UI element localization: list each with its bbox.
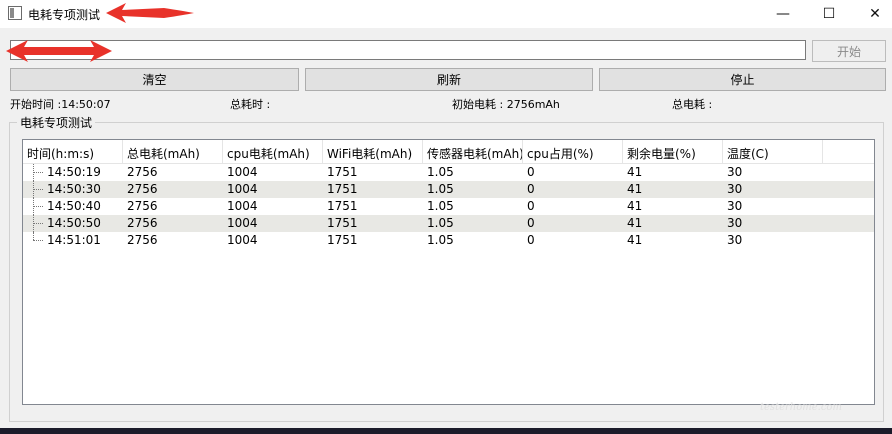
column-header-cpu-power[interactable]: cpu电耗(mAh) xyxy=(223,140,323,164)
table-row[interactable]: 14:50:50 2756 1004 1751 1.05 0 41 30 xyxy=(23,215,874,232)
table-header: 时间(h:m:s) 总电耗(mAh) cpu电耗(mAh) WiFi电耗(mAh… xyxy=(23,140,874,164)
cell-cpu-power: 1004 xyxy=(227,216,258,230)
cell-total-power: 2756 xyxy=(127,199,158,213)
total-power-label: 总电耗 : xyxy=(672,98,713,111)
cell-temperature: 30 xyxy=(727,199,743,213)
app-window-icon xyxy=(8,6,22,20)
cell-temperature: 30 xyxy=(727,233,743,247)
cell-cpu-usage: 0 xyxy=(527,165,535,179)
cell-battery-remaining: 41 xyxy=(627,233,643,247)
cell-battery-remaining: 41 xyxy=(627,216,643,230)
cell-cpu-power: 1004 xyxy=(227,182,258,196)
minimize-icon: — xyxy=(776,6,790,22)
cell-wifi-power: 1751 xyxy=(327,233,358,247)
clear-button[interactable]: 清空 xyxy=(10,68,299,91)
close-button[interactable]: ✕ xyxy=(852,0,892,28)
group-title: 电耗专项测试 xyxy=(17,114,96,131)
stop-button[interactable]: 停止 xyxy=(599,68,886,91)
cell-cpu-usage: 0 xyxy=(527,216,535,230)
data-table[interactable]: 时间(h:m:s) 总电耗(mAh) cpu电耗(mAh) WiFi电耗(mAh… xyxy=(22,139,875,405)
cell-sensor-power: 1.05 xyxy=(427,182,454,196)
table-row[interactable]: 14:51:01 2756 1004 1751 1.05 0 41 30 xyxy=(23,232,874,249)
column-header-battery-remaining[interactable]: 剩余电量(%) xyxy=(623,140,723,164)
cell-battery-remaining: 41 xyxy=(627,199,643,213)
cell-cpu-usage: 0 xyxy=(527,233,535,247)
column-header-temperature[interactable]: 温度(C) xyxy=(723,140,823,164)
cell-total-power: 2756 xyxy=(127,182,158,196)
title-bar: 电耗专项测试 — ☐ ✕ xyxy=(0,0,892,28)
column-header-total-power[interactable]: 总电耗(mAh) xyxy=(123,140,223,164)
taskbar-strip xyxy=(0,428,892,434)
watermark: testerhome.com xyxy=(760,402,842,413)
cell-sensor-power: 1.05 xyxy=(427,199,454,213)
cell-cpu-power: 1004 xyxy=(227,165,258,179)
column-header-cpu-usage[interactable]: cpu占用(%) xyxy=(523,140,623,164)
cell-sensor-power: 1.05 xyxy=(427,216,454,230)
cell-cpu-power: 1004 xyxy=(227,199,258,213)
minimize-button[interactable]: — xyxy=(760,0,806,28)
annotation-arrow-icon xyxy=(106,3,194,23)
cell-total-power: 2756 xyxy=(127,216,158,230)
window-title: 电耗专项测试 xyxy=(28,8,101,22)
cell-sensor-power: 1.05 xyxy=(427,165,454,179)
path-input[interactable] xyxy=(10,40,806,60)
cell-total-power: 2756 xyxy=(127,233,158,247)
cell-time: 14:50:30 xyxy=(47,182,101,196)
cell-cpu-power: 1004 xyxy=(227,233,258,247)
start-button[interactable]: 开始 xyxy=(812,40,886,62)
refresh-button[interactable]: 刷新 xyxy=(305,68,593,91)
cell-temperature: 30 xyxy=(727,216,743,230)
table-row[interactable]: 14:50:30 2756 1004 1751 1.05 0 41 30 xyxy=(23,181,874,198)
cell-sensor-power: 1.05 xyxy=(427,233,454,247)
cell-temperature: 30 xyxy=(727,182,743,196)
cell-time: 14:50:40 xyxy=(47,199,101,213)
maximize-icon: ☐ xyxy=(822,6,836,22)
initial-power-label: 初始电耗 : 2756mAh xyxy=(452,98,560,111)
cell-cpu-usage: 0 xyxy=(527,199,535,213)
column-header-wifi-power[interactable]: WiFi电耗(mAh) xyxy=(323,140,423,164)
cell-battery-remaining: 41 xyxy=(627,165,643,179)
close-icon: ✕ xyxy=(869,6,881,22)
cell-time: 14:50:19 xyxy=(47,165,101,179)
cell-cpu-usage: 0 xyxy=(527,182,535,196)
maximize-button[interactable]: ☐ xyxy=(806,0,852,28)
start-time-label: 开始时间 :14:50:07 xyxy=(10,98,111,111)
cell-temperature: 30 xyxy=(727,165,743,179)
table-row[interactable]: 14:50:19 2756 1004 1751 1.05 0 41 30 xyxy=(23,164,874,181)
table-row[interactable]: 14:50:40 2756 1004 1751 1.05 0 41 30 xyxy=(23,198,874,215)
cell-total-power: 2756 xyxy=(127,165,158,179)
cell-time: 14:50:50 xyxy=(47,216,101,230)
cell-time: 14:51:01 xyxy=(47,233,101,247)
column-header-sensor-power[interactable]: 传感器电耗(mAh) xyxy=(423,140,523,164)
cell-wifi-power: 1751 xyxy=(327,199,358,213)
cell-wifi-power: 1751 xyxy=(327,216,358,230)
column-header-time[interactable]: 时间(h:m:s) xyxy=(23,140,123,164)
cell-battery-remaining: 41 xyxy=(627,182,643,196)
cell-wifi-power: 1751 xyxy=(327,182,358,196)
total-time-label: 总耗时 : xyxy=(230,98,271,111)
cell-wifi-power: 1751 xyxy=(327,165,358,179)
